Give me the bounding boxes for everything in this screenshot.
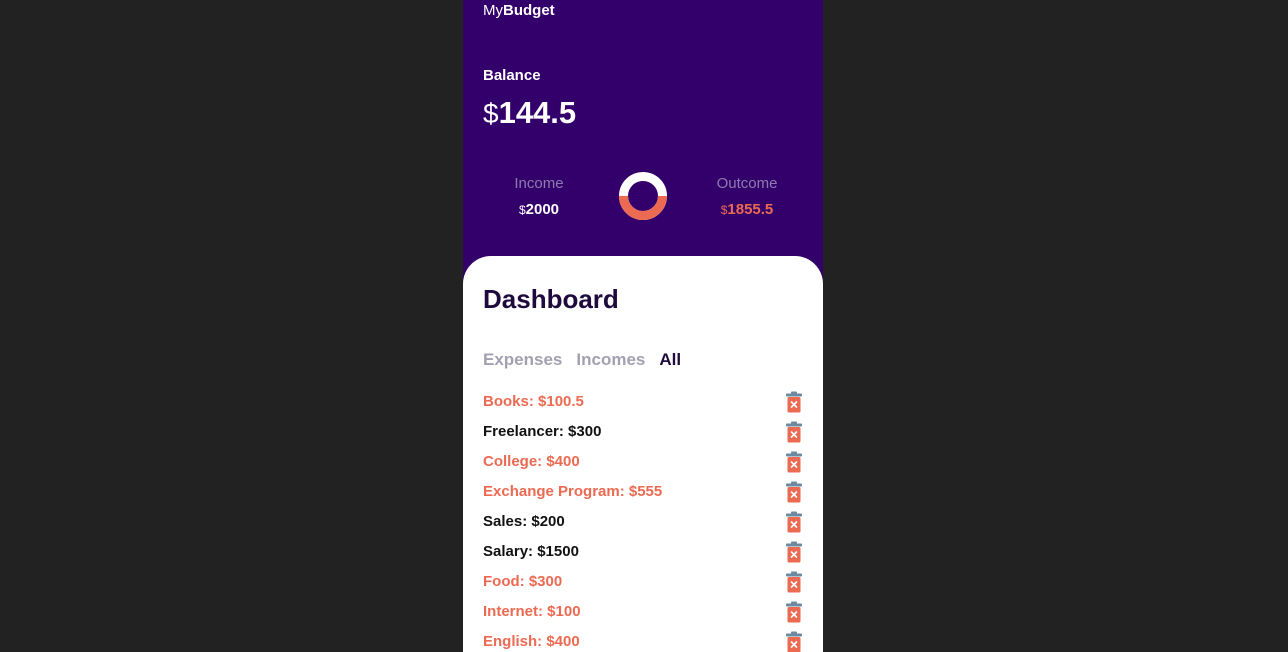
trash-icon[interactable] [785,451,803,473]
list-item: Sales: $200 [483,510,803,540]
list-item: Food: $300 [483,570,803,600]
trash-icon[interactable] [785,391,803,413]
entry-text: Internet: $100 [483,603,581,620]
entry-text: Food: $300 [483,573,563,590]
trash-icon[interactable] [785,481,803,503]
trash-icon[interactable] [785,541,803,563]
entry-text: Sales: $200 [483,513,565,530]
outcome-value: 1855.5 [727,201,774,218]
tab-expenses[interactable]: Expenses [483,350,562,370]
entry-text: Books: $100.5 [483,393,584,410]
list-item: English: $400 [483,630,803,652]
trash-icon[interactable] [785,571,803,593]
outcome-summary: Outcome $1855.5 [687,175,807,218]
entry-text: Freelancer: $300 [483,423,602,440]
income-summary: Income $2000 [479,175,599,218]
balance-label: Balance [483,67,541,84]
entry-text: Salary: $1500 [483,543,579,560]
transaction-list: Books: $100.5 Freelancer: $300 College: $4… [483,390,803,652]
outcome-amount: $1855.5 [687,201,807,218]
filter-tabs: Expenses Incomes All [483,350,681,370]
entry-text: English: $400 [483,633,580,650]
balance-value: 144.5 [498,95,577,130]
outcome-label: Outcome [716,175,778,192]
list-item: Salary: $1500 [483,540,803,570]
income-value: 2000 [525,201,560,218]
income-amount: $2000 [479,201,599,218]
list-item: Internet: $100 [483,600,803,630]
balance-currency: $ [483,98,499,129]
list-item: College: $400 [483,450,803,480]
trash-icon[interactable] [785,631,803,652]
list-item: Books: $100.5 [483,390,803,420]
app-logo: MyBudget [483,2,555,19]
trash-icon[interactable] [785,601,803,623]
tab-all[interactable]: All [659,350,681,370]
dashboard-panel: Dashboard Expenses Incomes All Books: $1… [463,256,823,652]
income-label: Income [514,175,564,192]
balance-amount: $144.5 [483,95,576,131]
brand-prefix: My [483,2,503,19]
entry-text: College: $400 [483,453,580,470]
list-item: Freelancer: $300 [483,420,803,450]
brand-name: Budget [503,2,555,19]
budget-app: MyBudget Balance $144.5 Income $2000 Out… [463,0,823,652]
income-currency: $ [518,203,526,217]
dashboard-title: Dashboard [483,284,619,314]
trash-icon[interactable] [785,421,803,443]
balance-donut-chart [619,172,667,220]
trash-icon[interactable] [785,511,803,533]
entry-text: Exchange Program: $555 [483,483,663,500]
list-item: Exchange Program: $555 [483,480,803,510]
tab-incomes[interactable]: Incomes [576,350,645,370]
